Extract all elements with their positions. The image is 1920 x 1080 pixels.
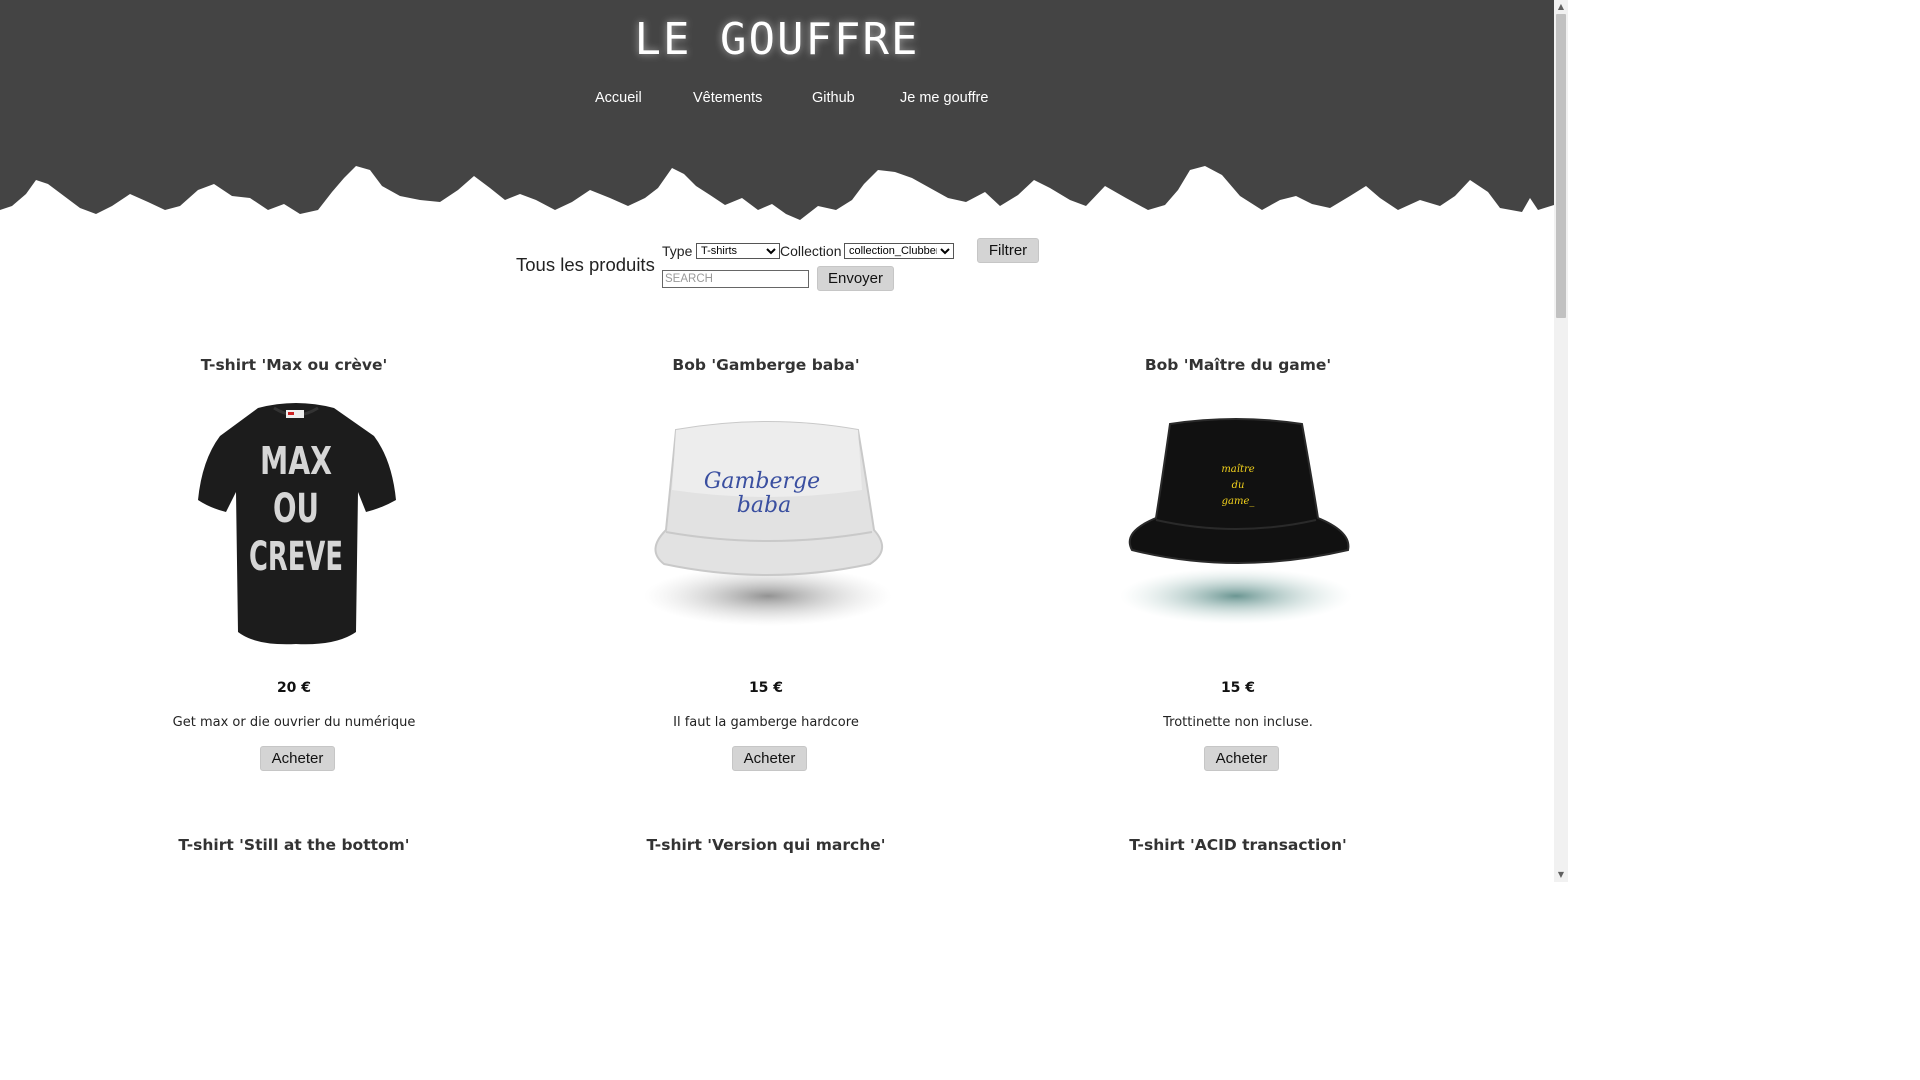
product-description: Il faut la gamberge hardcore	[673, 715, 859, 730]
hat-text-line1: maître	[1221, 464, 1254, 475]
buy-button[interactable]: Acheter	[732, 746, 807, 771]
product-price: 15 €	[1220, 680, 1256, 696]
product-price: 20 €	[276, 680, 312, 696]
nav-item-accueil[interactable]: Accueil	[595, 90, 642, 106]
page-scrollbar[interactable]: ▲ ▼	[1554, 0, 1568, 882]
black-bucket-hat-image: maître du game_	[1120, 418, 1352, 624]
type-label: Type :	[662, 243, 701, 259]
white-bucket-hat-image: Gamberge baba	[644, 421, 892, 626]
hat-text-line3: game_	[1222, 496, 1255, 507]
hat-text-line2: baba	[737, 493, 791, 518]
search-input[interactable]	[662, 270, 809, 288]
product-image-white-bucket-hat[interactable]: Gamberge baba	[636, 400, 900, 634]
product-image-black-bucket-hat[interactable]: maître du game_	[1112, 400, 1356, 634]
scroll-down-icon[interactable]: ▼	[1554, 868, 1568, 882]
product-image-tshirt[interactable]: MAX OU CREVE	[196, 400, 396, 654]
product-title: T-shirt 'Still at the bottom'	[178, 836, 410, 854]
products-heading: Tous les produits	[516, 254, 655, 275]
product-title: T-shirt 'Max ou crève'	[200, 356, 388, 374]
scroll-thumb[interactable]	[1556, 14, 1566, 318]
buy-button[interactable]: Acheter	[260, 746, 335, 771]
product-card: T-shirt 'Still at the bottom'	[58, 834, 530, 874]
tshirt-text-line1: MAX	[260, 439, 332, 483]
product-card: T-shirt 'Max ou crève' MAX OU CREVE 20 €…	[58, 354, 530, 784]
tshirt-text-line3: CREVE	[249, 534, 343, 580]
product-title: Bob 'Gamberge baba'	[672, 356, 860, 374]
main-nav: Accueil Vêtements Github Je me gouffre	[0, 90, 1554, 112]
hat-text-line1: Gamberge	[704, 469, 820, 494]
product-card: T-shirt 'ACID transaction'	[1002, 834, 1474, 874]
product-card: Bob 'Gamberge baba' Gamberge baba 15 € I…	[530, 354, 1002, 784]
site-title: LE GOUFFRE	[634, 14, 920, 65]
product-title: Bob 'Maître du game'	[1144, 356, 1332, 374]
product-description: Get max or die ouvrier du numérique	[172, 715, 416, 730]
collection-select[interactable]: collection_Clubber	[844, 243, 954, 259]
tshirt-text-line2: OU	[273, 486, 319, 532]
product-description: Trottinette non incluse.	[1163, 715, 1313, 730]
tshirt-image: MAX OU CREVE	[198, 403, 396, 645]
nav-item-vetements[interactable]: Vêtements	[693, 90, 762, 106]
product-card: T-shirt 'Version qui marche'	[530, 834, 1002, 874]
collection-label: Collection :	[780, 243, 850, 259]
buy-button[interactable]: Acheter	[1204, 746, 1279, 771]
product-card: Bob 'Maître du game' maître du game_ 15 …	[1002, 354, 1474, 784]
type-select[interactable]: T-shirts	[696, 243, 780, 259]
nav-item-je-me-gouffre[interactable]: Je me gouffre	[900, 90, 988, 106]
product-title: T-shirt 'ACID transaction'	[1129, 836, 1347, 854]
scroll-up-icon[interactable]: ▲	[1554, 0, 1568, 14]
product-price: 15 €	[748, 680, 784, 696]
hat-text-line2: du	[1232, 480, 1245, 491]
filter-button[interactable]: Filtrer	[977, 238, 1039, 263]
send-button[interactable]: Envoyer	[817, 266, 894, 291]
product-title: T-shirt 'Version qui marche'	[646, 836, 886, 854]
site-header: LE GOUFFRE Accueil Vêtements Github Je m…	[0, 0, 1554, 240]
nav-item-github[interactable]: Github	[812, 90, 855, 106]
